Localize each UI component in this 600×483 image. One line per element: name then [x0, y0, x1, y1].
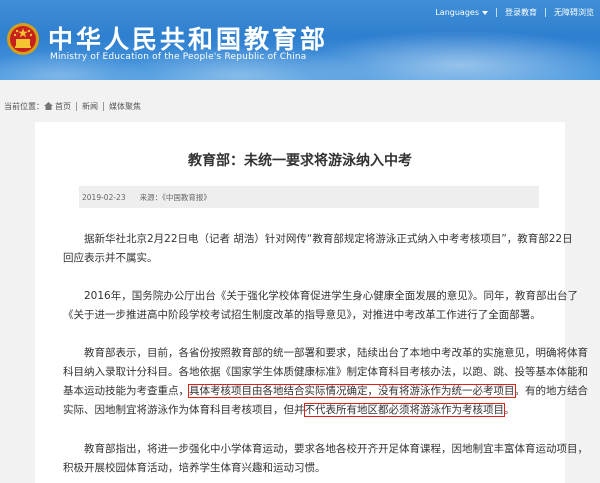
article-card: 教育部：未统一要求将游泳纳入中考 2019-02-23 来源：《中国教育报》 据… [35, 122, 588, 483]
breadcrumb-item-home[interactable]: 首页 [55, 101, 71, 112]
link-accessibility[interactable]: 无障碍浏览 [554, 7, 594, 18]
paragraph-line: 教育部指出，将进一步强化中小学体育运动，要求各地各校开齐开足体育课程，因地制宜丰… [84, 443, 588, 455]
article-meta: 2019-02-23 来源：《中国教育报》 [79, 186, 539, 208]
article-paragraph-4: 教育部指出，将进一步强化中小学体育运动，要求各地各校开齐开足体育课程，因地制宜丰… [63, 440, 588, 478]
national-emblem-icon[interactable] [6, 22, 40, 56]
article-paragraph-1: 据新华社北京2月22日电（记者 胡浩）针对网传“教育部规定将游泳正式纳入中考考核… [63, 230, 573, 268]
link-login[interactable]: 登录教育 [505, 7, 537, 18]
article-title: 教育部：未统一要求将游泳纳入中考 [188, 153, 412, 169]
article-paragraph-3: 教育部表示，目前，各省份按照教育部的统一部署和要求，陆续出台了本地中考改革的实施… [63, 344, 588, 420]
paragraph-line: 基本运动技能为考查重点，具体考核项目由各地结合实际情况确定，没有将游泳作为统一必… [63, 382, 588, 401]
article-source: 来源：《中国教育报》 [139, 192, 211, 202]
languages-label: Languages [435, 8, 479, 17]
site-header: 中华人民共和国教育部 Ministry of Education of the … [0, 0, 600, 80]
breadcrumb-separator [103, 101, 104, 111]
text-segment: 。 [504, 404, 515, 416]
highlighted-text: 具体考核项目由各地结合实际情况确定，没有将游泳作为统一必考项目 [188, 384, 516, 398]
paragraph-line: 教育部表示，目前，各省份按照教育部的统一部署和要求，陆续出台了本地中考改革的实施… [84, 347, 588, 359]
chevron-down-icon [482, 10, 488, 15]
languages-dropdown[interactable]: Languages [435, 8, 488, 17]
site-title[interactable]: 中华人民共和国教育部 [48, 20, 328, 56]
article-paragraph-2: 2016年，国务院办公厅出台《关于强化学校体育促进学生身心健康全面发展的意见》。… [63, 287, 578, 325]
article-date: 2019-02-23 [82, 192, 126, 202]
breadcrumb-item-news[interactable]: 新闻 [82, 101, 98, 112]
paragraph-line: 积极开展校园体育活动，培养学生体育兴趣和运动习惯。 [63, 462, 326, 474]
paragraph-line: 回应表示并不属实。 [63, 252, 158, 264]
paragraph-line: 实际、因地制宜将游泳作为体育科目考核项目，但并不代表所有地区都必须将游泳作为考核… [63, 401, 541, 420]
breadcrumb-item-media[interactable]: 媒体聚焦 [109, 101, 141, 112]
divider [545, 8, 546, 17]
text-segment: 基本运动技能为考查重点， [63, 385, 189, 397]
home-icon [44, 102, 53, 110]
top-links: Languages 登录教育 无障碍浏览 [435, 7, 594, 18]
paragraph-line: 2016年，国务院办公厅出台《关于强化学校体育促进学生身心健康全面发展的意见》。… [84, 290, 578, 302]
highlighted-text: 不代表所有地区都必须将游泳作为考核项目 [303, 403, 505, 417]
breadcrumb-prefix: 当前位置： [4, 101, 44, 111]
text-segment: 实际、因地制宜将游泳作为体育科目考核项目，但并 [63, 404, 305, 416]
divider [496, 8, 497, 17]
breadcrumb-separator [76, 101, 77, 111]
breadcrumb: 当前位置： 首页 新闻 媒体聚焦 [0, 96, 600, 116]
paragraph-line: 《关于进一步推进高中阶段学校考试招生制度改革的指导意见》，对推进中考改革工作进行… [63, 309, 541, 321]
site-subtitle: Ministry of Education of the People's Re… [50, 52, 307, 62]
text-segment: 。有的地方结合 [514, 385, 589, 397]
paragraph-line: 据新华社北京2月22日电（记者 胡浩）针对网传“教育部规定将游泳正式纳入中考考核… [84, 233, 573, 245]
paragraph-line: 科目纳入录取计分科目。各地依据《国家学生体质健康标准》制定体育科目考核办法，以跑… [63, 366, 588, 378]
